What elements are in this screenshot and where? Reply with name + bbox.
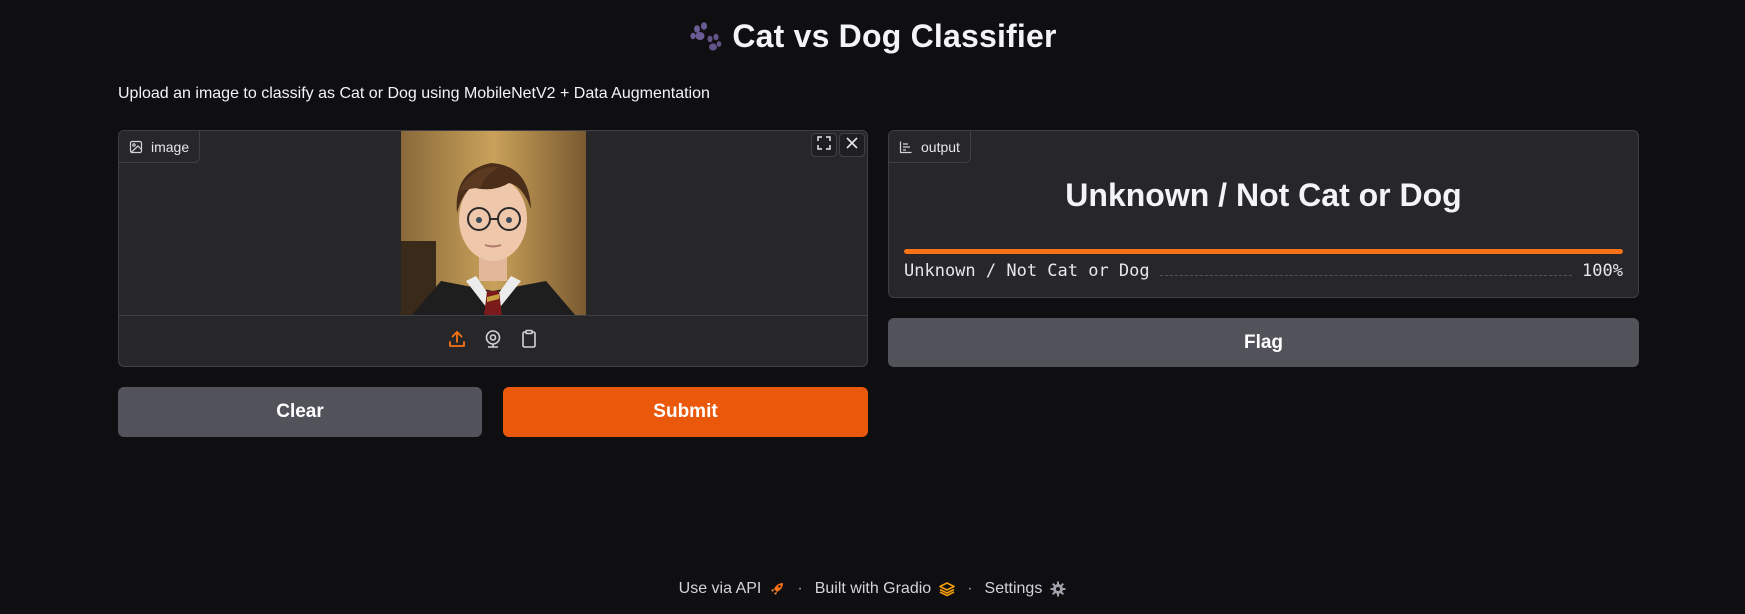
remove-image-button[interactable] bbox=[839, 133, 865, 157]
image-icon bbox=[129, 140, 143, 154]
paw-prints-icon bbox=[688, 20, 722, 54]
built-with-gradio-link[interactable]: Built with Gradio bbox=[815, 580, 956, 598]
image-label-text: image bbox=[151, 138, 190, 155]
image-source-bar bbox=[119, 315, 867, 366]
flag-button[interactable]: Flag bbox=[888, 318, 1639, 367]
use-via-api-link[interactable]: Use via API bbox=[679, 580, 786, 598]
image-input[interactable]: image bbox=[118, 130, 868, 367]
output-label-text: output bbox=[921, 138, 960, 155]
page-title: Cat vs Dog Classifier bbox=[732, 18, 1057, 54]
clipboard-source-button[interactable] bbox=[518, 329, 540, 354]
api-link-label: Use via API bbox=[678, 580, 762, 597]
upload-icon bbox=[447, 329, 467, 354]
submit-button[interactable]: Submit bbox=[503, 387, 868, 437]
gear-icon bbox=[1050, 581, 1066, 597]
clear-button[interactable]: Clear bbox=[118, 387, 482, 437]
fullscreen-button[interactable] bbox=[811, 133, 837, 157]
confidence-value: 100% bbox=[1582, 261, 1623, 281]
confidence-leader bbox=[1159, 275, 1573, 276]
upload-source-button[interactable] bbox=[446, 330, 468, 352]
settings-link[interactable]: Settings bbox=[985, 580, 1067, 598]
built-with-label: Built with Gradio bbox=[814, 580, 932, 597]
settings-label: Settings bbox=[984, 580, 1043, 597]
image-top-controls bbox=[811, 133, 865, 157]
confidence-bar-fill bbox=[904, 249, 1623, 254]
bar-chart-icon bbox=[899, 140, 913, 154]
uploaded-image-preview bbox=[401, 131, 586, 316]
confidence-label: Unknown / Not Cat or Dog bbox=[904, 261, 1150, 281]
footer-separator: · bbox=[967, 580, 973, 597]
close-icon bbox=[845, 136, 859, 155]
page-description: Upload an image to classify as Cat or Do… bbox=[118, 85, 710, 102]
title-row: Cat vs Dog Classifier bbox=[0, 18, 1745, 55]
gradio-logo-icon bbox=[939, 581, 955, 597]
output-panel: output Unknown / Not Cat or Dog Unknown … bbox=[888, 130, 1639, 298]
webcam-icon bbox=[483, 329, 503, 354]
footer: Use via API · Built with Gradio · Settin… bbox=[0, 580, 1745, 598]
webcam-source-button[interactable] bbox=[482, 329, 504, 354]
image-block-label: image bbox=[119, 131, 201, 163]
confidence-row: Unknown / Not Cat or Dog 100% bbox=[904, 261, 1623, 281]
footer-separator: · bbox=[797, 580, 803, 597]
rocket-icon bbox=[769, 581, 785, 597]
clipboard-icon bbox=[519, 329, 539, 354]
fullscreen-icon bbox=[817, 135, 831, 155]
app-page: Cat vs Dog Classifier Upload an image to… bbox=[0, 0, 1745, 614]
confidence-bar bbox=[904, 249, 1623, 254]
predicted-label: Unknown / Not Cat or Dog bbox=[1065, 177, 1462, 213]
output-block-label: output bbox=[889, 131, 971, 163]
